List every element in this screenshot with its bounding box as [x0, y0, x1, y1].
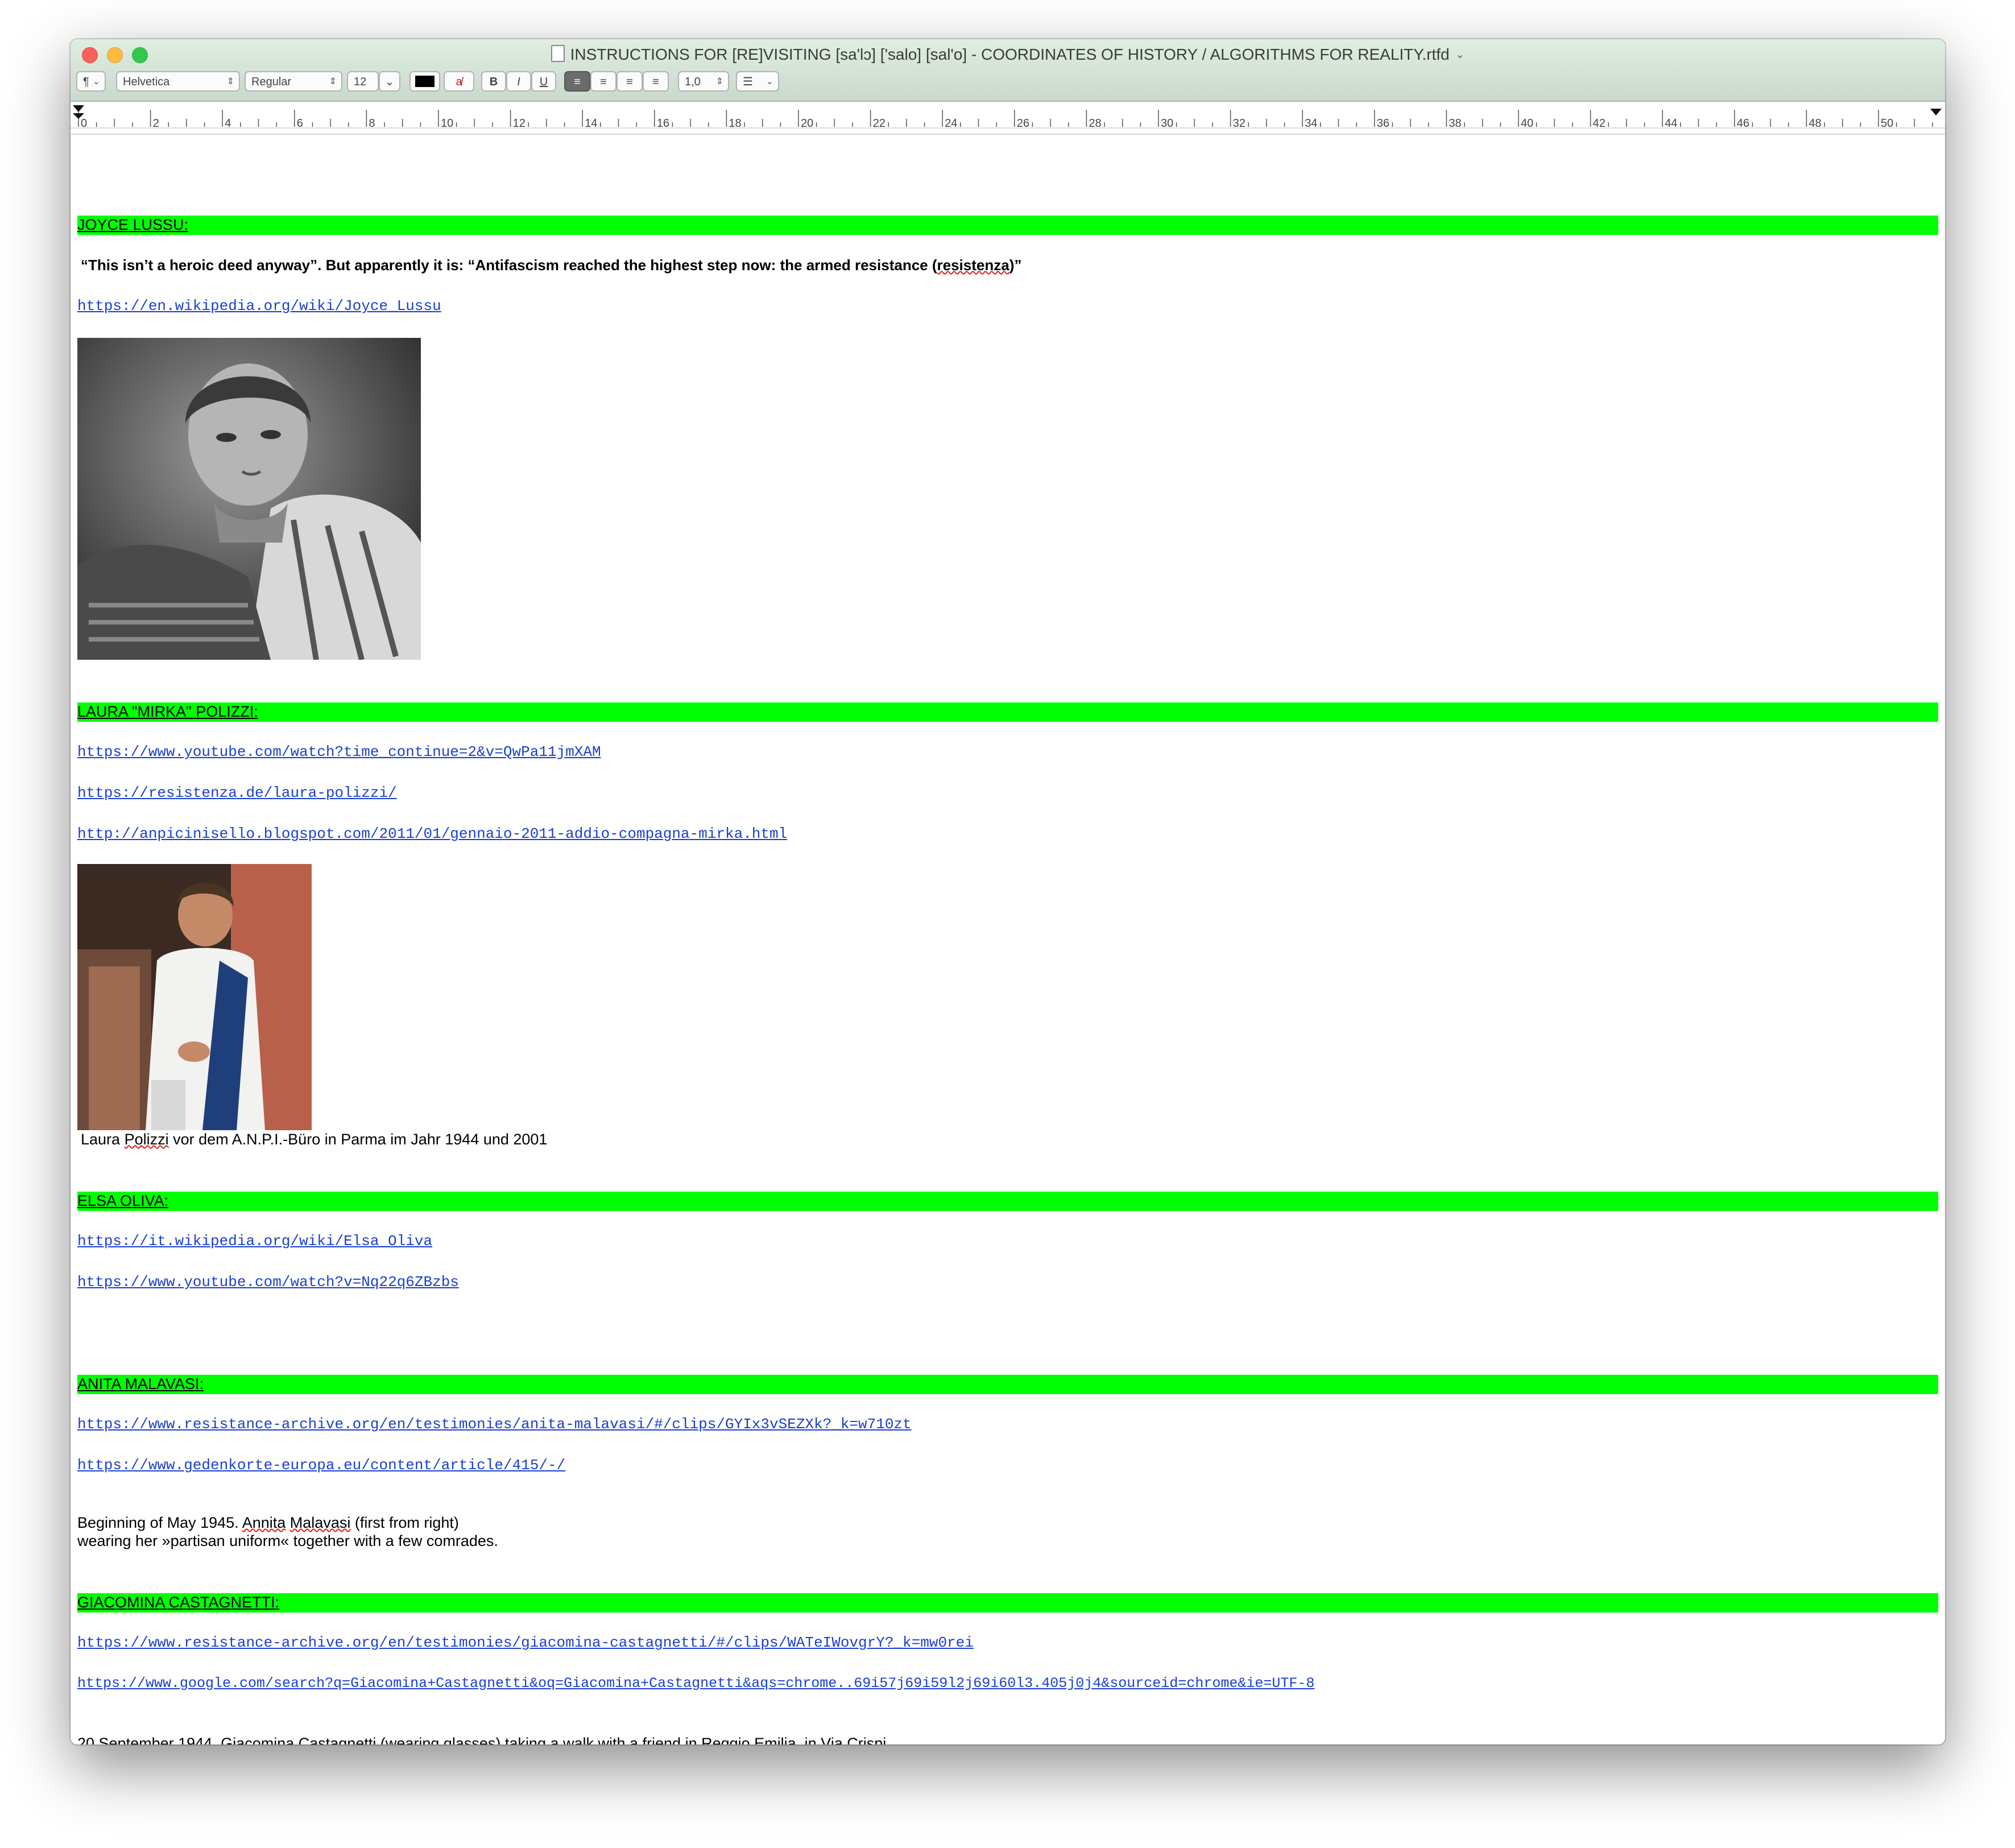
chevron-down-icon: ⌄ [92, 77, 100, 86]
italic-label: I [517, 76, 520, 88]
section-highlight-oliva [77, 1192, 1938, 1211]
quote-text: “This isn’t a heroic deed anyway”. But a… [81, 257, 937, 274]
caption-malavasi-line2: wearing her »partisan uniform« together … [77, 1532, 498, 1549]
underline-button[interactable]: U [531, 71, 556, 92]
stepper-arrows-icon: ⇕ [226, 77, 234, 86]
caption-text: Beginning of May 1945. [77, 1514, 242, 1531]
align-center-icon: ≡ [600, 76, 607, 88]
caption-text-end: vor dem A.N.P.I.-Büro in Parma im Jahr 1… [168, 1131, 548, 1148]
ruler-scale: 0 2 4 6 8 10 12 14 16 18 20 22 24 26 28 30 32 34 36 38 40 42 4… [71, 105, 1945, 130]
link-gedenkorte-malavasi[interactable]: https://www.gedenkorte-europa.eu/content… [77, 1457, 565, 1474]
font-size-value: 12 [354, 76, 367, 88]
photo-laura-polizzi [77, 864, 312, 1130]
italic-button[interactable]: I [506, 71, 531, 92]
caption-space [286, 1514, 290, 1531]
heading-joyce-lussu: JOYCE LUSSU: [77, 216, 189, 233]
highlight-color-well[interactable]: a̸ [444, 71, 474, 92]
font-style-popup[interactable]: Regular ⇕ [245, 71, 342, 92]
stepper-arrows-icon: ⇕ [715, 77, 723, 86]
document-icon [551, 45, 565, 62]
section-highlight-castagnetti [77, 1593, 1938, 1613]
line-spacing-value: 1,0 [685, 76, 701, 88]
heading-giacomina-castagnetti: GIACOMINA CASTAGNETTI: [77, 1594, 280, 1611]
justify-icon: ≡ [652, 76, 659, 88]
misspelled-word: Malavasi [289, 1514, 351, 1531]
line-spacing-popup[interactable]: 1,0 ⇕ [678, 71, 729, 92]
font-style-label: Regular [251, 76, 292, 88]
chevron-down-icon: ⌄ [384, 76, 395, 88]
window-title-area[interactable]: INSTRUCTIONS FOR [RE]VISITING [sa'lɔ] ['… [71, 45, 1945, 64]
document-body[interactable]: JOYCE LUSSU: “This isn’t a heroic deed a… [71, 135, 1945, 1744]
caption-text: 20 September 1944. [77, 1735, 221, 1744]
caption-polizzi: Laura Polizzi vor dem A.N.P.I.-Büro in P… [81, 1130, 547, 1148]
align-right-button[interactable]: ≡ [617, 71, 643, 92]
textedit-window: INSTRUCTIONS FOR [RE]VISITING [sa'lɔ] ['… [71, 39, 1945, 1744]
caption-text: Laura [81, 1131, 125, 1148]
misspelled-word: resistenza [937, 257, 1009, 274]
misspelled-word: Crispi [847, 1735, 887, 1744]
link-wikipedia-oliva[interactable]: https://it.wikipedia.org/wiki/Elsa_Oliva [77, 1233, 432, 1250]
lussu-quote: “This isn’t a heroic deed anyway”. But a… [81, 256, 1021, 274]
caption-malavasi-line1: Beginning of May 1945. Annita Malavasi (… [77, 1514, 459, 1532]
stepper-arrows-icon: ⇕ [329, 77, 337, 86]
misspelled-word: Polizzi [124, 1131, 169, 1148]
heading-elsa-oliva: ELSA OLIVA: [77, 1192, 169, 1209]
right-margin-marker[interactable] [1930, 109, 1942, 115]
caption-castagnetti: 20 September 1944. Giacomina Castagnetti… [77, 1734, 891, 1744]
text-color-swatch [415, 76, 435, 87]
font-size-dropdown[interactable]: ⌄ [379, 71, 400, 92]
caption-text-mid: Castagnetti (wearing glasses) taking a w… [294, 1735, 847, 1744]
link-resistance-archive-castagnetti[interactable]: https://www.resistance-archive.org/en/te… [77, 1634, 974, 1651]
align-left-icon: ≡ [574, 76, 581, 88]
chevron-down-icon: ⌄ [766, 77, 773, 86]
justify-button[interactable]: ≡ [643, 71, 669, 92]
section-highlight-lussu [77, 216, 1938, 235]
paragraph-style-popup[interactable]: ¶ ⌄ [76, 71, 106, 92]
link-google-castagnetti[interactable]: https://www.google.com/search?q=Giacomin… [77, 1675, 1314, 1692]
heading-anita-malavasi: ANITA MALAVASI: [77, 1375, 204, 1392]
align-left-button[interactable]: ≡ [564, 71, 590, 92]
list-bullets-icon: ☰ [743, 76, 753, 88]
link-youtube-polizzi[interactable]: https://www.youtube.com/watch?time_conti… [77, 743, 601, 760]
section-highlight-polizzi [77, 702, 1938, 722]
misspelled-word: Giacomina [221, 1735, 295, 1744]
first-line-indent-marker[interactable] [73, 105, 84, 112]
align-center-button[interactable]: ≡ [590, 71, 617, 92]
caption-text-end: (first from right) [350, 1514, 459, 1531]
link-youtube-oliva[interactable]: https://www.youtube.com/watch?v=Nq22q6ZB… [77, 1274, 459, 1291]
chevron-down-icon[interactable]: ⌄ [1455, 48, 1465, 61]
ruler[interactable]: 0 2 4 6 8 10 12 14 16 18 20 22 24 26 28 30 32 34 36 38 40 42 4… [71, 102, 1945, 135]
section-highlight-malavasi [77, 1375, 1938, 1394]
align-right-icon: ≡ [626, 76, 633, 88]
caption-text-end: . [886, 1735, 891, 1744]
underline-label: U [539, 76, 548, 88]
font-size-field[interactable]: 12 [347, 71, 379, 92]
heading-laura-polizzi: LAURA "MIRKA" POLIZZI: [77, 703, 258, 720]
title-bar[interactable]: INSTRUCTIONS FOR [RE]VISITING [sa'lɔ] ['… [71, 39, 1945, 102]
window-title: INSTRUCTIONS FOR [RE]VISITING [sa'lɔ] ['… [570, 46, 1450, 63]
quote-text-end: )” [1009, 257, 1022, 274]
misspelled-word: Annita [242, 1514, 286, 1531]
font-family-popup[interactable]: Helvetica ⇕ [116, 71, 240, 92]
text-color-well[interactable] [409, 71, 440, 92]
link-resistance-archive-malavasi[interactable]: https://www.resistance-archive.org/en/te… [77, 1416, 912, 1433]
no-color-icon: a̸ [456, 76, 462, 88]
photo-joyce-lussu [77, 338, 421, 660]
paragraph-style-label: ¶ [83, 76, 89, 88]
bold-button[interactable]: B [481, 71, 506, 92]
link-resistenza-polizzi[interactable]: https://resistenza.de/laura-polizzi/ [77, 784, 397, 801]
link-blogspot-polizzi[interactable]: http://anpicinisello.blogspot.com/2011/0… [77, 825, 787, 842]
bold-label: B [489, 76, 498, 88]
format-toolbar: ¶ ⌄ Helvetica ⇕ Regular ⇕ 12 ⌄ a̸ B I U ≡ ≡… [71, 71, 1945, 95]
list-style-popup[interactable]: ☰ ⌄ [736, 71, 779, 92]
link-wikipedia-lussu[interactable]: https://en.wikipedia.org/wiki/Joyce_Luss… [77, 297, 441, 315]
font-family-label: Helvetica [123, 76, 170, 88]
